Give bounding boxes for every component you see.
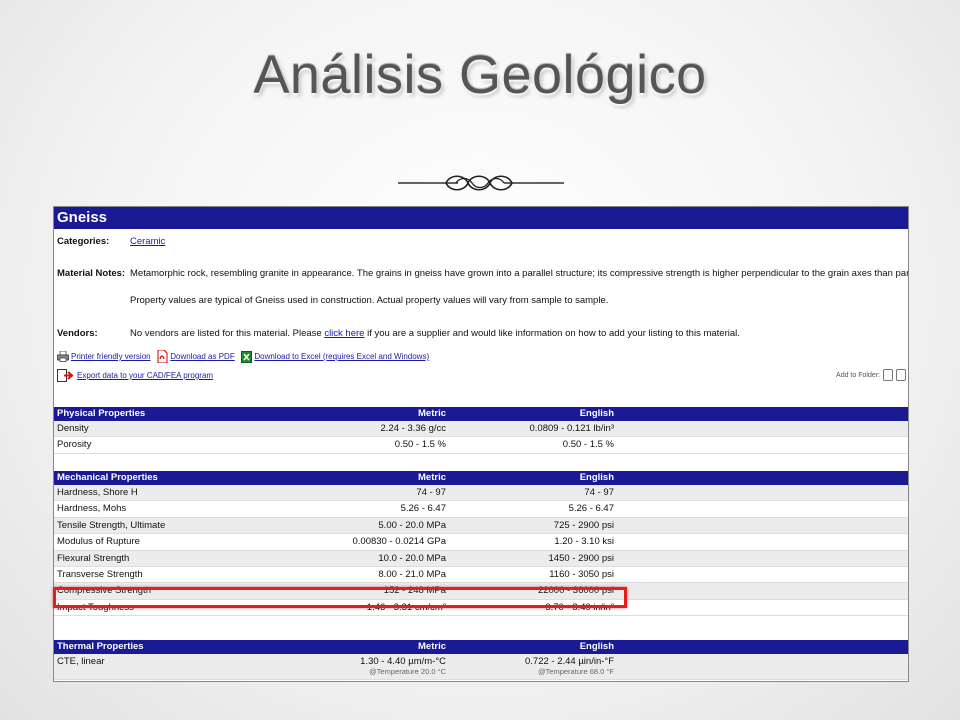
- mechanical-header: Mechanical Properties Metric English: [54, 471, 908, 485]
- english-value: 5.26 - 6.47: [568, 503, 614, 515]
- property-name: Density: [57, 423, 89, 434]
- english-value: 1.20 - 3.10 ksi: [554, 536, 614, 548]
- english-value: 1160 - 3050 psi: [549, 568, 614, 580]
- add-to-folder: Add to Folder:: [836, 369, 906, 381]
- metric-value: 8.00 - 21.0 MPa: [378, 568, 446, 580]
- property-name: Porosity: [57, 439, 92, 451]
- screenshot-panel: Gneiss Categories: Ceramic Material Note…: [53, 206, 909, 682]
- metric-value: 0.00830 - 0.0214 GPa: [352, 536, 447, 548]
- metric-value: 0.50 - 1.5 %: [394, 439, 446, 451]
- categories-label: Categories:: [57, 236, 110, 247]
- english-value: 725 - 2900 psi: [553, 519, 614, 531]
- thermal-properties-table: Thermal Properties Metric English CTE, l…: [54, 640, 908, 680]
- metric-value: 5.00 - 20.0 MPa: [378, 519, 446, 531]
- notes-line2: Property values are typical of Gneiss us…: [130, 295, 609, 306]
- table-row: CTE, linear 1.30 - 4.40 µm/m-°C @Tempera…: [54, 654, 908, 680]
- table-row: Hardness, Shore H 74 - 97 74 - 97: [54, 485, 908, 502]
- english-condition-note: @Temperature 68.0 °F: [537, 667, 614, 676]
- table-row: Flexural Strength 10.0 - 20.0 MPa 1450 -…: [54, 550, 908, 567]
- highlight-box: [53, 587, 627, 608]
- cad-export-icon: [57, 369, 74, 382]
- table-row: Porosity 0.50 - 1.5 % 0.50 - 1.5 %: [54, 437, 908, 454]
- category-link[interactable]: Ceramic: [130, 236, 165, 247]
- thermal-metric-header: Metric: [418, 641, 446, 652]
- vendors-label: Vendors:: [57, 328, 98, 339]
- metric-value: 1.30 - 4.40 µm/m-°C @Temperature 20.0 °C: [360, 654, 446, 676]
- physical-title: Physical Properties: [57, 408, 146, 419]
- metric-value: 5.26 - 6.47: [400, 503, 446, 515]
- english-value: 1450 - 2900 psi: [548, 552, 615, 564]
- printer-friendly-link[interactable]: Printer friendly version: [71, 352, 151, 361]
- english-value: 0.50 - 1.5 %: [562, 439, 614, 451]
- export-cad-link[interactable]: Export data to your CAD/FEA program: [77, 371, 213, 380]
- notes-label: Material Notes:: [57, 268, 126, 279]
- english-value: 0.0809 - 0.121 lb/in³: [529, 423, 614, 434]
- pdf-icon: [157, 350, 168, 363]
- vendors-text: No vendors are listed for this material.…: [130, 328, 740, 339]
- property-name: Hardness, Shore H: [57, 487, 138, 498]
- metric-condition-note: @Temperature 20.0 °C: [369, 667, 446, 676]
- table-row: Tensile Strength, Ultimate 5.00 - 20.0 M…: [54, 517, 908, 535]
- download-excel-link[interactable]: Download to Excel (requires Excel and Wi…: [254, 352, 429, 361]
- excel-icon: [241, 350, 253, 363]
- english-value: 74 - 97: [584, 487, 614, 498]
- vendors-click-here-link[interactable]: click here: [324, 328, 364, 339]
- slide-title: Análisis Geológico: [253, 45, 707, 105]
- mechanical-title: Mechanical Properties: [57, 472, 158, 483]
- property-name: Tensile Strength, Ultimate: [57, 519, 166, 531]
- export-row: Export data to your CAD/FEA program: [57, 369, 217, 382]
- physical-header: Physical Properties Metric English: [54, 407, 908, 421]
- property-name: Hardness, Mohs: [57, 503, 127, 515]
- printer-icon: [57, 351, 69, 362]
- ornament-divider: [398, 175, 564, 191]
- physical-metric-header: Metric: [418, 408, 446, 419]
- material-header: Gneiss: [54, 207, 908, 229]
- metric-value: 10.0 - 20.0 MPa: [378, 552, 446, 564]
- add-to-folder-label: Add to Folder:: [836, 371, 880, 379]
- vendors-pre: No vendors are listed for this material.…: [130, 328, 322, 339]
- table-row: Density 2.24 - 3.36 g/cc 0.0809 - 0.121 …: [54, 421, 908, 438]
- download-pdf-link[interactable]: Download as PDF: [170, 352, 234, 361]
- vendors-post: if you are a supplier and would like inf…: [367, 328, 740, 339]
- english-value: 0.722 - 2.44 µin/in-°F @Temperature 68.0…: [525, 654, 614, 676]
- table-row: Modulus of Rupture 0.00830 - 0.0214 GPa …: [54, 534, 908, 551]
- table-row: Transverse Strength 8.00 - 21.0 MPa 1160…: [54, 567, 908, 584]
- thermal-title: Thermal Properties: [57, 641, 144, 652]
- property-name: Flexural Strength: [57, 552, 130, 564]
- property-name: Transverse Strength: [57, 568, 143, 580]
- folder-select[interactable]: [896, 369, 906, 381]
- tools-row: Printer friendly version Download as PDF…: [57, 350, 433, 363]
- physical-english-header: English: [579, 408, 614, 419]
- folder-checkbox[interactable]: [883, 369, 893, 381]
- mechanical-metric-header: Metric: [418, 472, 446, 483]
- property-name: Modulus of Rupture: [57, 536, 140, 548]
- mechanical-english-header: English: [579, 472, 614, 483]
- thermal-english-header: English: [579, 641, 614, 652]
- table-row: Hardness, Mohs 5.26 - 6.47 5.26 - 6.47: [54, 501, 908, 518]
- thermal-header: Thermal Properties Metric English: [54, 640, 908, 654]
- metric-value: 2.24 - 3.36 g/cc: [380, 423, 446, 434]
- property-name: CTE, linear: [57, 656, 105, 667]
- notes-line1: Metamorphic rock, resembling granite in …: [130, 268, 909, 279]
- metric-value: 74 - 97: [416, 487, 446, 498]
- physical-properties-table: Physical Properties Metric English Densi…: [54, 407, 908, 454]
